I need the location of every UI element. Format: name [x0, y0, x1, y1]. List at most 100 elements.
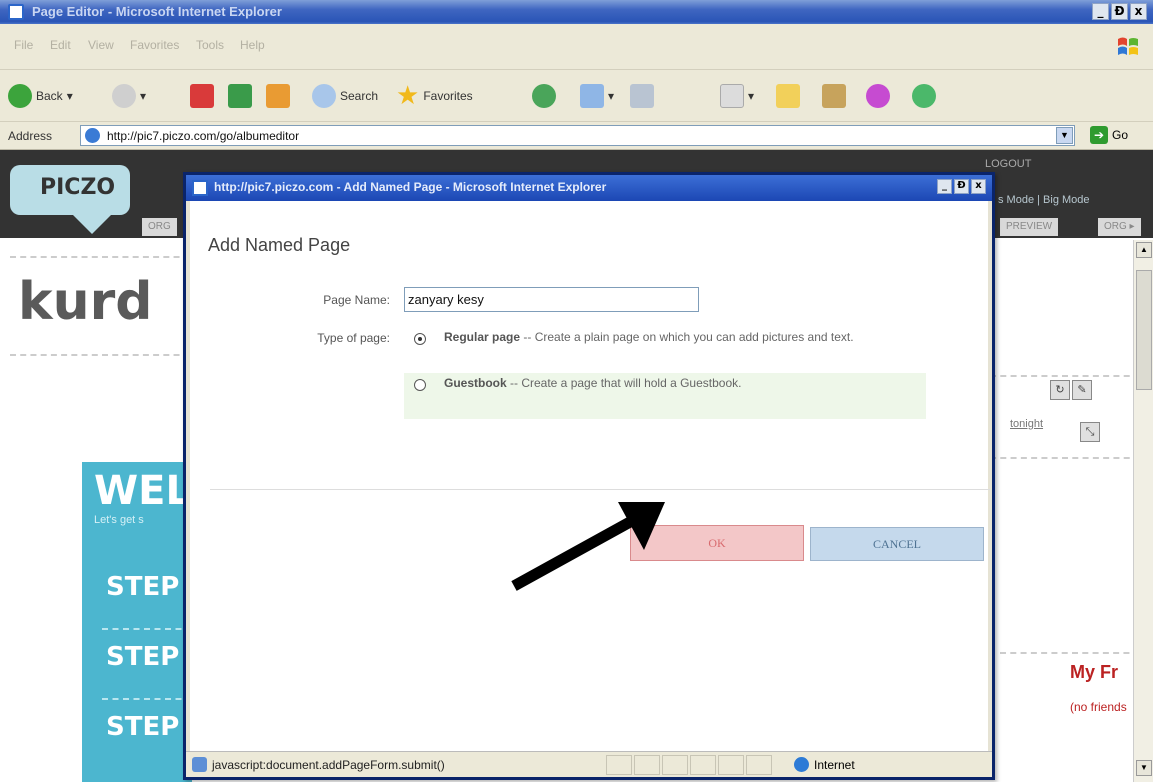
- step-divider: [102, 628, 192, 630]
- step-3[interactable]: STEP: [106, 712, 179, 742]
- mail-dropdown-icon: ▾: [608, 89, 615, 103]
- step-2[interactable]: STEP: [106, 642, 179, 672]
- contacts-button[interactable]: [912, 80, 936, 112]
- menu-favorites[interactable]: Favorites: [130, 38, 179, 52]
- status-cell: [606, 755, 632, 775]
- tab-org-right[interactable]: ORG ▸: [1098, 218, 1141, 236]
- refresh-button[interactable]: [228, 80, 252, 112]
- status-cell: [690, 755, 716, 775]
- print-button[interactable]: [630, 80, 654, 112]
- step-1[interactable]: STEP: [106, 572, 179, 602]
- tab-preview[interactable]: PREVIEW: [1000, 218, 1059, 236]
- browser-title: Page Editor - Microsoft Internet Explore…: [32, 4, 282, 19]
- menu-help[interactable]: Help: [240, 38, 265, 52]
- print-icon: [630, 84, 654, 108]
- menu-view[interactable]: View: [88, 38, 114, 52]
- site-title[interactable]: kurd: [18, 272, 152, 332]
- menu-tools[interactable]: Tools: [196, 38, 224, 52]
- page-name-input[interactable]: zanyary kesy: [404, 287, 699, 312]
- type-of-page-label: Type of page:: [317, 331, 390, 345]
- edit-pencil-icon[interactable]: ✎: [1072, 380, 1092, 400]
- step-divider: [102, 698, 192, 700]
- menu-edit[interactable]: Edit: [50, 38, 71, 52]
- mail-button[interactable]: ▾: [580, 80, 614, 112]
- tab-org-left[interactable]: ORG: [142, 218, 177, 236]
- piczo-logo[interactable]: PICZO: [10, 165, 130, 215]
- mode-links[interactable]: s Mode | Big Mode: [998, 194, 1090, 206]
- forward-arrow-icon: [112, 84, 136, 108]
- back-dropdown-icon: ▾: [66, 89, 73, 103]
- maximize-button[interactable]: Ɖ: [1111, 3, 1128, 20]
- tonight-link[interactable]: tonight: [1010, 418, 1043, 430]
- scroll-up-icon[interactable]: ▲: [1136, 242, 1152, 258]
- address-bar: Address http://pic7.piczo.com/go/albumed…: [0, 122, 1153, 150]
- page-name-label: Page Name:: [323, 293, 390, 307]
- forward-button[interactable]: ▾: [112, 80, 146, 112]
- cancel-button[interactable]: CANCEL: [810, 527, 984, 561]
- menu-file[interactable]: File: [14, 38, 33, 52]
- scroll-thumb[interactable]: [1136, 270, 1152, 390]
- home-button[interactable]: [266, 80, 290, 112]
- edit-icon: [720, 84, 744, 108]
- guestbook-radio[interactable]: [414, 379, 426, 391]
- regular-page-desc: -- Create a plain page on which you can …: [520, 330, 854, 344]
- back-button[interactable]: Back ▾: [8, 80, 73, 112]
- dialog-titlebar: http://pic7.piczo.com - Add Named Page -…: [186, 175, 992, 201]
- internet-globe-icon: [794, 757, 809, 772]
- browser-titlebar: Page Editor - Microsoft Internet Explore…: [0, 0, 1153, 24]
- search-label: Search: [340, 89, 379, 103]
- section-divider: [1000, 652, 1150, 654]
- messenger-button[interactable]: [866, 80, 890, 112]
- close-button[interactable]: x: [1130, 3, 1147, 20]
- dialog-heading: Add Named Page: [208, 235, 351, 255]
- edit-dropdown-icon: ▾: [748, 89, 755, 103]
- status-text: javascript:document.addPageForm.submit(): [212, 758, 445, 772]
- dialog-body: Add Named Page Page Name: zanyary kesy T…: [186, 201, 992, 751]
- folder-button[interactable]: [776, 80, 800, 112]
- refresh-icon: [228, 84, 252, 108]
- logout-link[interactable]: LOGOUT: [985, 158, 1031, 170]
- stop-button[interactable]: [190, 80, 214, 112]
- logo-text: PICZO: [40, 175, 116, 200]
- type-option-regular[interactable]: Regular page -- Create a plain page on w…: [404, 327, 926, 373]
- regular-page-name: Regular page: [444, 330, 521, 344]
- dialog-window-controls: _ Ɖ x: [937, 179, 986, 194]
- minimize-button[interactable]: _: [1092, 3, 1109, 20]
- address-dropdown-icon[interactable]: ▼: [1056, 127, 1073, 144]
- browser-window-controls: _ Ɖ x: [1092, 3, 1147, 20]
- star-icon: ★: [396, 81, 420, 111]
- menu-bar: File Edit View Favorites Tools Help: [0, 24, 1153, 70]
- ie-page-icon: [85, 128, 100, 143]
- rotate-icon[interactable]: ↻: [1050, 380, 1070, 400]
- logo-tail-shape: [70, 212, 114, 234]
- dialog-minimize-button[interactable]: _: [937, 179, 952, 194]
- vertical-scrollbar[interactable]: ▲ ▼: [1133, 240, 1153, 782]
- dialog-maximize-button[interactable]: Ɖ: [954, 179, 969, 194]
- address-input[interactable]: http://pic7.piczo.com/go/albumeditor: [80, 125, 1075, 146]
- go-button[interactable]: ➔ Go: [1090, 126, 1128, 144]
- go-label: Go: [1112, 128, 1129, 142]
- search-button[interactable]: Search: [312, 80, 378, 112]
- dialog-close-button[interactable]: x: [971, 179, 986, 194]
- media-icon: [822, 84, 846, 108]
- resize-icon[interactable]: ⤡: [1080, 422, 1100, 442]
- address-url: http://pic7.piczo.com/go/albumeditor: [107, 129, 300, 143]
- regular-page-radio[interactable]: [414, 333, 426, 345]
- type-option-guestbook[interactable]: Guestbook -- Create a page that will hol…: [404, 373, 926, 419]
- annotation-arrow-icon: [511, 502, 665, 591]
- back-label: Back: [36, 89, 63, 103]
- scroll-down-icon[interactable]: ▼: [1136, 760, 1152, 776]
- go-arrow-icon: ➔: [1090, 126, 1108, 144]
- edit-button[interactable]: ▾: [720, 80, 754, 112]
- ie-page-icon: [192, 180, 208, 196]
- status-cell: [746, 755, 772, 775]
- favorites-button[interactable]: ★ Favorites: [396, 80, 473, 112]
- guestbook-name: Guestbook: [444, 376, 507, 390]
- media-button[interactable]: [822, 80, 846, 112]
- messenger-icon: [866, 84, 890, 108]
- windows-logo-icon: [1118, 37, 1138, 55]
- script-page-icon: [192, 757, 207, 772]
- history-button[interactable]: [532, 80, 556, 112]
- home-icon: [266, 84, 290, 108]
- regular-page-text: Regular page -- Create a plain page on w…: [444, 329, 919, 345]
